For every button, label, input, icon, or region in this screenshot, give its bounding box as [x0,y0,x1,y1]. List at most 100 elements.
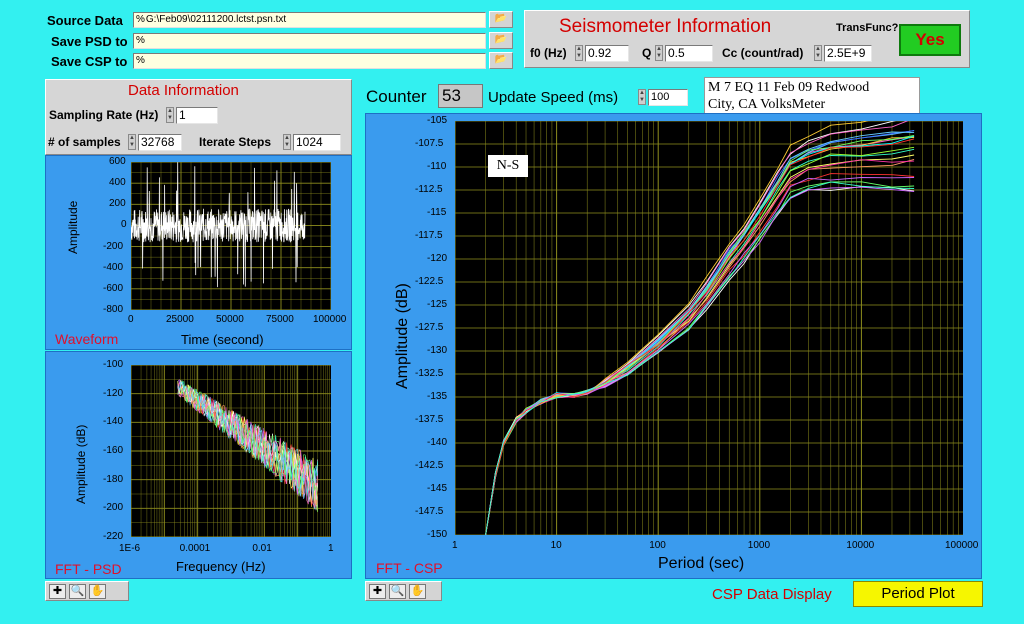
csp-y-tick: -150 [427,529,448,540]
zoom-icon[interactable]: 🔍 [69,583,86,599]
csp-y-tick: -120 [427,253,448,264]
csp-x-tick: 1 [452,540,458,551]
update-speed-field[interactable]: 100 [648,88,688,106]
waveform-y-tick: -200 [103,240,124,252]
psd-y-tick: -220 [103,531,124,542]
sampling-rate-control[interactable]: ▲ ▼ 1 [166,106,218,124]
transfunc-value: Yes [915,30,945,49]
event-note-line2: City, CA VolksMeter [708,97,826,112]
hand-icon[interactable]: ✋ [409,583,426,599]
sampling-rate-spinner[interactable]: ▲ ▼ [166,107,174,123]
csp-y-tick: -107.5 [415,138,444,149]
csp-trace [485,137,915,536]
psd-y-tick: -180 [103,473,124,485]
cc-spinner[interactable]: ▲ ▼ [814,45,822,61]
csp-y-tick: -122.5 [415,276,444,287]
crosshair-icon[interactable]: ✚ [369,583,386,599]
seismometer-panel: Seismometer Information TransFunc? Yes f… [524,10,970,68]
csp-ylabel: Amplitude (dB) [394,283,411,389]
counter-label: Counter [366,87,427,106]
csp-trace [485,135,915,536]
waveform-y-tick: -600 [103,282,124,294]
samples-spinner[interactable]: ▲ ▼ [128,134,136,150]
waveform-trace [130,162,306,288]
csp-trace [485,173,915,536]
psd-tag: FFT - PSD [55,561,122,577]
csp-plot [454,107,963,536]
waveform-y-tick: 0 [121,219,127,231]
folder-icon: 📂 [494,13,508,24]
psd-x-tick: 0.01 [252,543,272,554]
folder-icon: 📂 [494,54,508,65]
q-spinner[interactable]: ▲ ▼ [655,45,663,61]
counter-field: 53 [438,84,483,108]
waveform-y-tick: 600 [109,156,126,167]
psd-y-tick: -200 [103,502,124,514]
csp-trace [485,131,915,536]
transfunc-toggle[interactable]: Yes [899,24,961,56]
data-info-panel: Data Information Sampling Rate (Hz) ▲ ▼ 1… [45,79,352,155]
zoom-icon[interactable]: 🔍 [389,583,406,599]
waveform-x-tick: 75000 [266,314,294,325]
csp-trace [485,186,915,536]
source-data-field[interactable]: %G:\Feb09\02111200.lctst.psn.txt [133,12,486,28]
csp-trace [485,159,915,536]
csp-trace [485,186,915,536]
csp-data-display-label: CSP Data Display [712,586,832,603]
cc-control[interactable]: ▲ ▼ 2.5E+9 [814,44,872,62]
iterate-control[interactable]: ▲ ▼ 1024 [283,133,341,151]
update-speed-control[interactable]: ▲ ▼ 100 [638,88,688,106]
csp-graph-tools: ✚ 🔍 ✋ [365,581,442,601]
psd-y-tick: -140 [103,416,124,428]
update-speed-label: Update Speed (ms) [488,89,619,106]
psd-x-tick: 0.0001 [179,543,211,554]
csp-trace [485,154,915,536]
csp-tag: FFT - CSP [376,560,443,576]
csp-y-tick: -130 [427,345,448,356]
psd-browse-button[interactable]: 📂 [489,32,513,49]
source-browse-button[interactable]: 📂 [489,11,513,28]
csp-y-tick: -105 [427,115,448,126]
csp-trace [485,136,915,536]
f0-field[interactable]: 0.92 [585,44,629,62]
csp-trace [485,130,915,536]
source-data-path: G:\Feb09\02111200.lctst.psn.txt [145,14,287,25]
psd-ylabel: Amplitude (dB) [74,424,88,504]
seismometer-title: Seismometer Information [559,16,772,37]
psd-y-tick: -120 [103,387,124,399]
psd-svg [130,364,331,538]
q-field[interactable]: 0.5 [665,44,713,62]
crosshair-icon[interactable]: ✚ [49,583,66,599]
csp-trace [485,146,915,536]
waveform-y-tick: 400 [109,177,126,189]
csp-y-tick: -135 [427,391,448,402]
waveform-x-tick: 50000 [216,314,244,325]
waveform-xlabel: Time (second) [181,332,264,347]
hand-icon[interactable]: ✋ [89,583,106,599]
psd-panel: -100 -120 -140 -160 -180 -200 -220 1E-6 0.0001 0… [45,351,352,579]
sampling-rate-label: Sampling Rate (Hz) [49,108,159,122]
save-csp-field[interactable]: % [133,53,486,69]
csp-y-tick: -147.5 [415,506,444,517]
f0-control[interactable]: ▲ ▼ 0.92 [575,44,629,62]
csp-x-tick: 10 [550,540,562,551]
f0-spinner[interactable]: ▲ ▼ [575,45,583,61]
csp-browse-button[interactable]: 📂 [489,52,513,69]
csp-y-tick: -140 [427,437,448,448]
data-info-title: Data Information [128,82,239,99]
csp-svg [454,107,963,536]
save-csp-label: Save CSP to [51,54,128,69]
iterate-spinner[interactable]: ▲ ▼ [283,134,291,150]
waveform-ylabel: Amplitude [66,200,80,254]
period-plot-button[interactable]: Period Plot [853,581,983,607]
save-psd-field[interactable]: % [133,33,486,49]
update-speed-spinner[interactable]: ▲ ▼ [638,89,646,105]
samples-control[interactable]: ▲ ▼ 32768 [128,133,182,151]
csp-y-tick: -115 [427,207,447,218]
iterate-field[interactable]: 1024 [293,133,341,151]
sampling-rate-field[interactable]: 1 [176,106,218,124]
csp-y-tick: -142.5 [415,460,444,471]
cc-field[interactable]: 2.5E+9 [824,44,872,62]
samples-field[interactable]: 32768 [138,133,182,151]
q-control[interactable]: ▲ ▼ 0.5 [655,44,713,62]
